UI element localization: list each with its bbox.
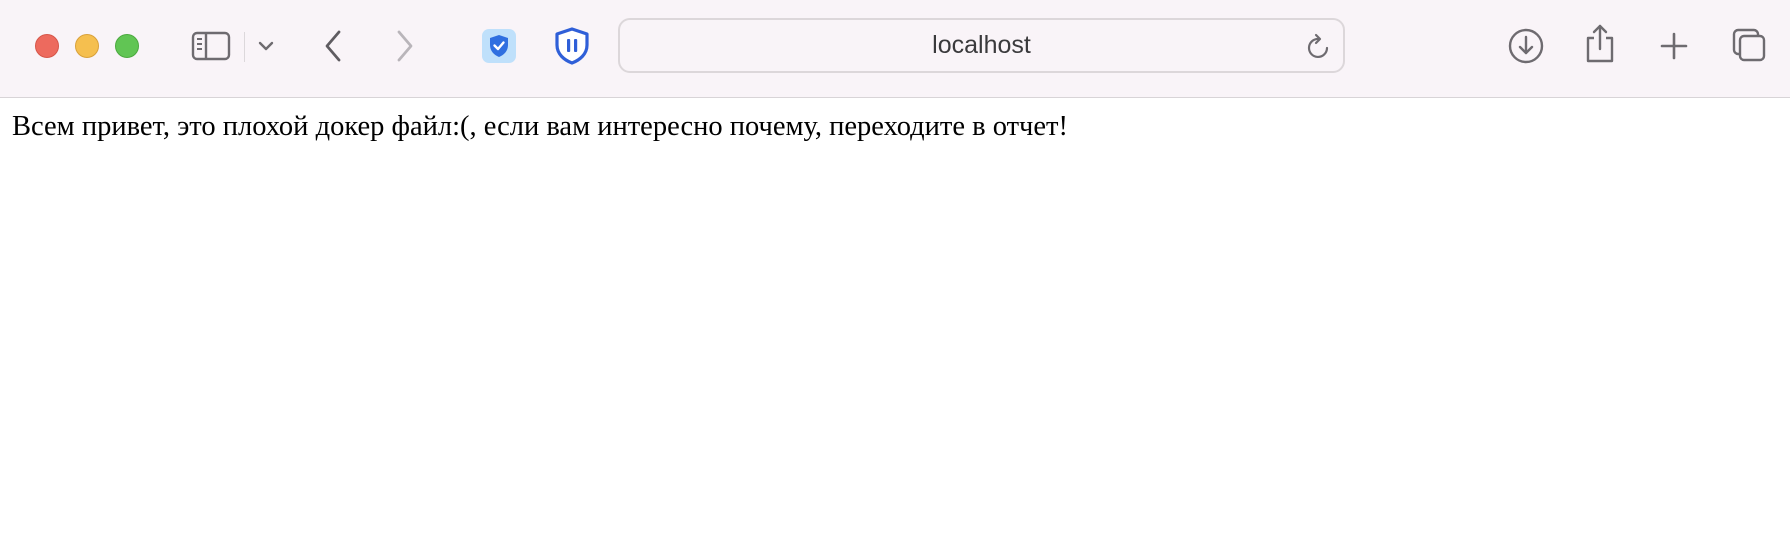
shield-check-icon[interactable]	[482, 29, 516, 63]
address-bar[interactable]: localhost	[618, 18, 1345, 73]
browser-toolbar: localhost	[0, 0, 1790, 98]
url-text[interactable]: localhost	[620, 20, 1343, 71]
plus-icon[interactable]	[1656, 28, 1692, 64]
toolbar-divider	[244, 32, 245, 62]
reload-icon[interactable]	[1305, 32, 1333, 67]
close-window-button[interactable]	[35, 34, 59, 58]
back-arrow-icon[interactable]	[318, 26, 348, 66]
forward-arrow-icon[interactable]	[390, 26, 420, 66]
sidebar-icon[interactable]	[190, 28, 232, 64]
maximize-window-button[interactable]	[115, 34, 139, 58]
shield-pause-icon[interactable]	[552, 25, 592, 67]
page-body-text: Всем привет, это плохой докер файл:(, ес…	[12, 111, 1068, 142]
minimize-window-button[interactable]	[75, 34, 99, 58]
share-icon[interactable]	[1582, 22, 1618, 66]
tabs-overview-icon[interactable]	[1730, 26, 1768, 64]
download-icon[interactable]	[1506, 26, 1546, 66]
browser-window: localhost Всем привет, это плохой докер …	[0, 0, 1790, 558]
chevron-down-icon[interactable]	[256, 36, 276, 56]
